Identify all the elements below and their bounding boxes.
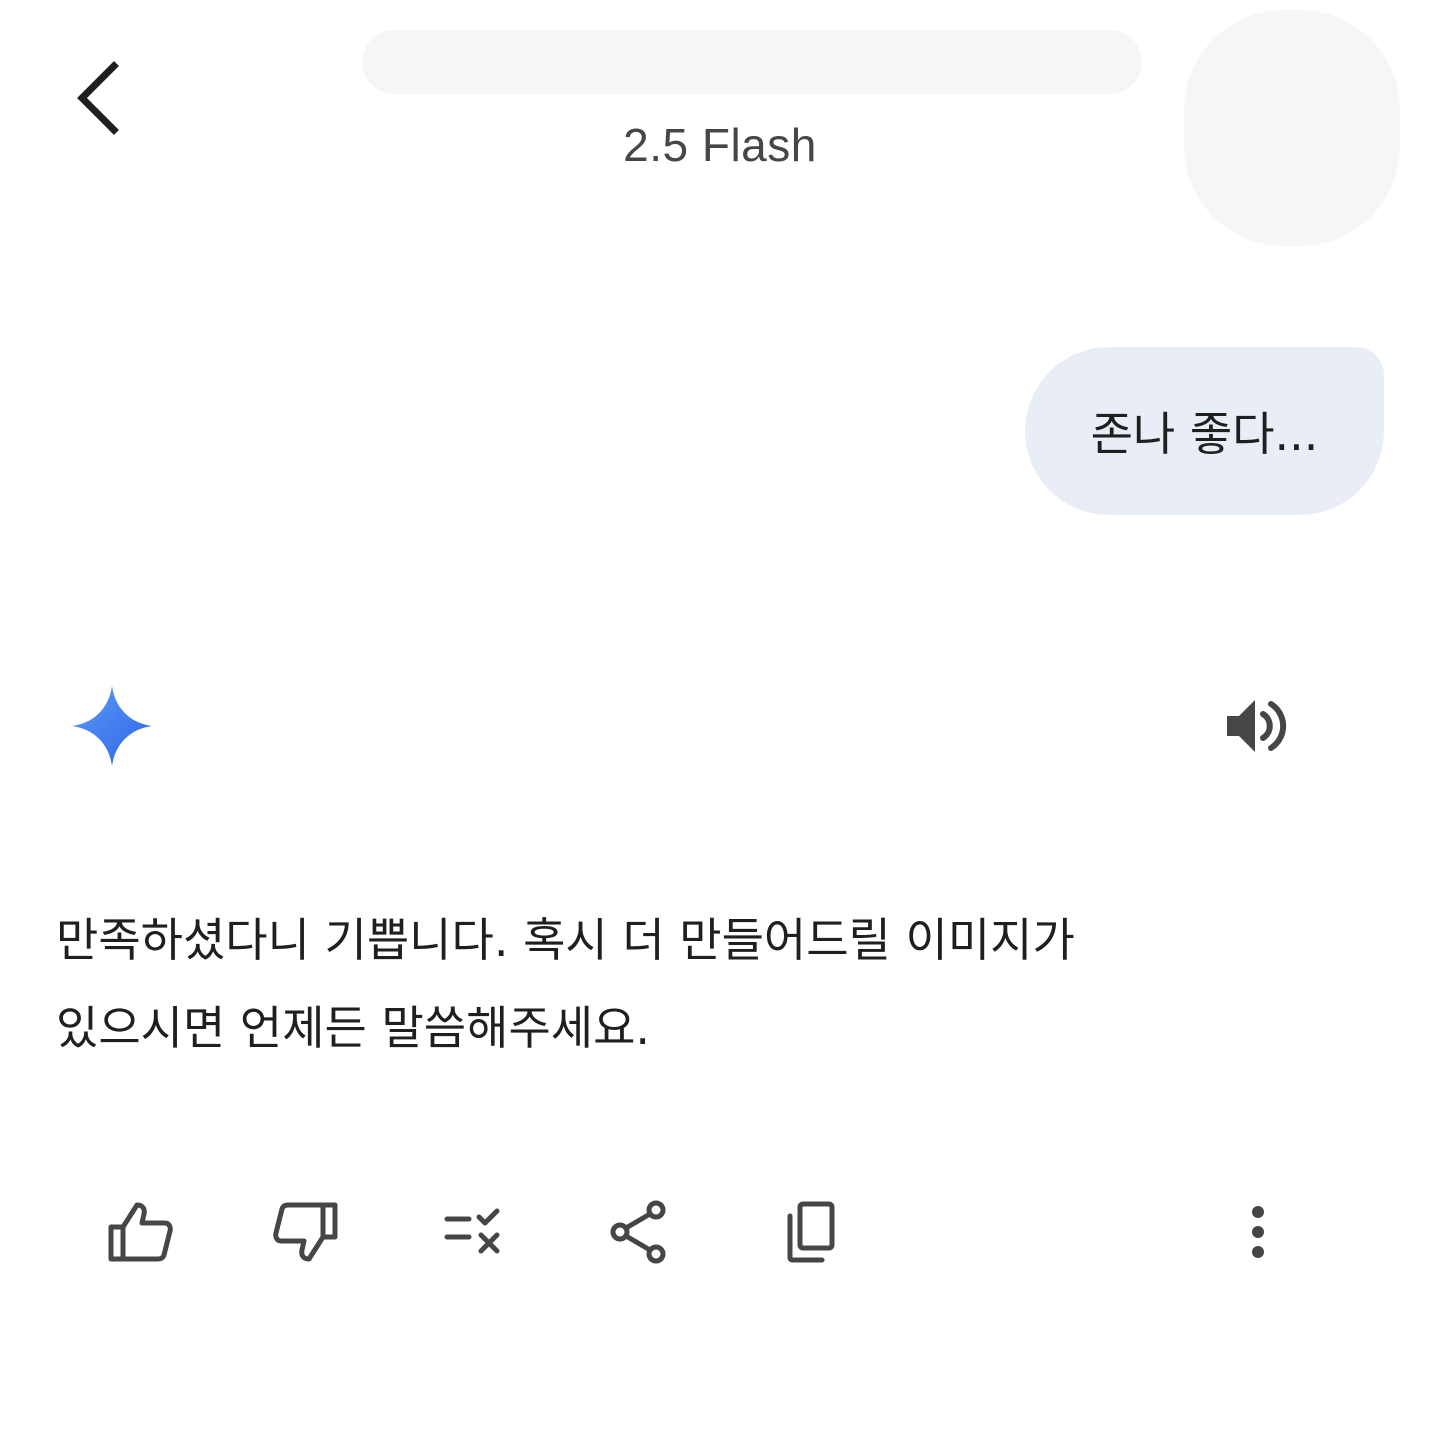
user-message-text: 존나 좋다...	[1090, 407, 1319, 461]
thumbs-down-icon	[273, 1202, 338, 1262]
assistant-response: 만족하셨다니 기쁩니다. 혹시 더 만들어드릴 이미지가있으시면 언제든 말씀해…	[56, 896, 1256, 1072]
share-icon	[610, 1200, 666, 1264]
model-selector-label[interactable]: 2.5 Flash	[0, 118, 1440, 172]
redacted-area	[362, 30, 1142, 94]
user-message-bubble: 존나 좋다...	[1025, 347, 1384, 515]
response-line-2: 있으시면 언제든 말씀해주세요.	[56, 1001, 651, 1055]
volume-up-icon	[1227, 700, 1287, 752]
modify-response-icon	[444, 1208, 500, 1254]
more-options-button[interactable]	[1216, 1190, 1300, 1274]
response-line-1: 만족하셨다니 기쁩니다. 혹시 더 만들어드릴 이미지가	[56, 913, 1075, 967]
bad-response-button[interactable]	[264, 1190, 348, 1274]
good-response-button[interactable]	[98, 1190, 182, 1274]
more-vert-icon	[1252, 1206, 1264, 1258]
copy-button[interactable]	[768, 1190, 852, 1274]
thumbs-up-icon	[108, 1202, 173, 1262]
share-button[interactable]	[598, 1190, 682, 1274]
read-aloud-button[interactable]	[1216, 684, 1300, 768]
copy-icon	[787, 1201, 835, 1263]
modify-response-button[interactable]	[432, 1190, 516, 1274]
gemini-spark-icon	[72, 686, 152, 766]
